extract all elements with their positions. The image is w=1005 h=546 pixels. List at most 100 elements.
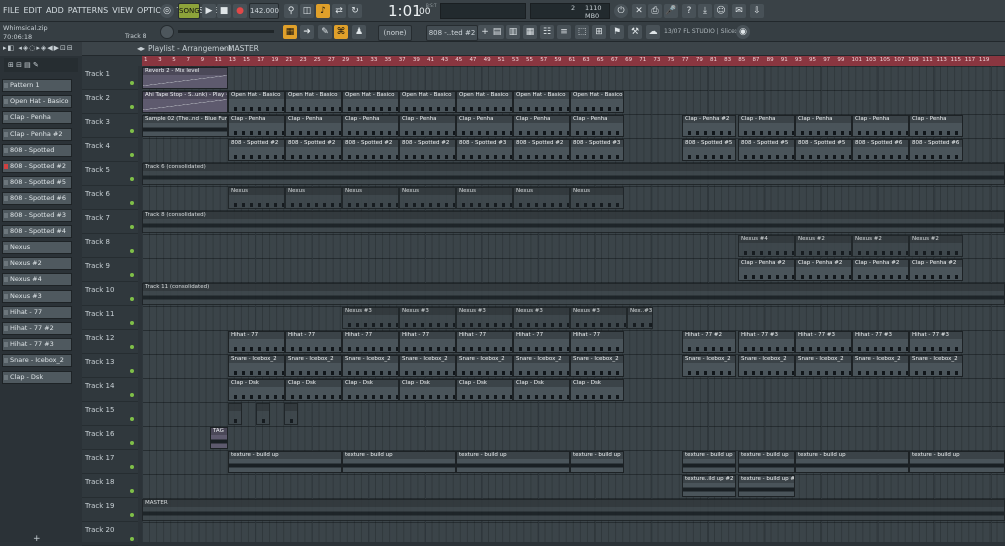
playlist-clip[interactable]: Snare - Icebox_2 bbox=[342, 355, 399, 377]
channel-button[interactable]: 808 - Spotted bbox=[2, 143, 72, 157]
channel-button[interactable]: Nexus #4 bbox=[2, 273, 72, 287]
playlist-clip[interactable]: 808 - Spotted #3 bbox=[570, 139, 624, 161]
cloud-icon[interactable]: ☁ bbox=[646, 25, 660, 39]
channel-button[interactable]: 808 - Spotted #4 bbox=[2, 224, 72, 238]
playlist-clip[interactable]: Nexus bbox=[513, 187, 570, 209]
track-enable-led-icon[interactable] bbox=[130, 297, 134, 301]
channel-button[interactable]: Nexus #2 bbox=[2, 257, 72, 271]
playlist-clip[interactable]: Clap - Penha #2 bbox=[682, 115, 736, 137]
track-header[interactable]: Track 20 bbox=[82, 522, 138, 546]
playlist-clip[interactable]: texture - build up bbox=[682, 451, 736, 473]
channel-button[interactable]: Hihat - 77 #2 bbox=[2, 322, 72, 335]
channel-rack-icon[interactable]: ▦ bbox=[523, 25, 537, 39]
track-enable-led-icon[interactable] bbox=[130, 489, 134, 493]
playlist-clip[interactable]: Snare - Icebox_2 bbox=[513, 355, 570, 377]
track-header[interactable]: Track 18 bbox=[82, 474, 138, 498]
playlist-clip[interactable] bbox=[284, 403, 298, 425]
channel-button[interactable]: Nexus bbox=[2, 241, 72, 254]
track-header[interactable]: Track 1 bbox=[82, 66, 138, 90]
playlist-clip[interactable]: texture..ild up #2 bbox=[682, 475, 736, 497]
track-enable-led-icon[interactable] bbox=[130, 345, 134, 349]
countdown-icon[interactable]: ♪ bbox=[316, 4, 330, 18]
menu-view[interactable]: VIEW bbox=[112, 6, 133, 15]
playlist-clip[interactable]: Clap - Penha #2 bbox=[795, 259, 852, 281]
playlist-clip[interactable]: Snare - Icebox_2 bbox=[456, 355, 513, 377]
track-enable-led-icon[interactable] bbox=[130, 513, 134, 517]
snap-select[interactable]: (none) bbox=[378, 25, 412, 41]
piano-roll-icon[interactable]: ▥ bbox=[506, 25, 520, 39]
playlist-clip[interactable]: Nexus #3 bbox=[570, 307, 627, 329]
playlist-clip[interactable]: Hihat - 77 #3 bbox=[738, 331, 795, 353]
track-header[interactable]: Track 15 bbox=[82, 402, 138, 426]
playlist-clip[interactable]: Hihat - 77 #3 bbox=[909, 331, 963, 353]
mixer-icon[interactable]: ✕ bbox=[632, 4, 646, 18]
panic-icon[interactable]: ⏻ bbox=[614, 4, 628, 18]
update-icon[interactable]: ⇩ bbox=[750, 4, 764, 18]
playlist-clip[interactable]: texture - build up bbox=[738, 451, 795, 473]
browser-filter-icons[interactable]: ⊞ ⊟ ▤ ✎ bbox=[4, 58, 78, 72]
playlist-clip[interactable]: texture - build up #2 bbox=[738, 475, 795, 497]
playlist-clip[interactable]: Hihat - 77 bbox=[285, 331, 342, 353]
browser-nav-icons[interactable]: ▸◧ ◂◈◌▸◈◀▶⊡⊟ bbox=[3, 44, 74, 52]
channel-button[interactable]: Hihat - 77 bbox=[2, 305, 72, 319]
track-enable-led-icon[interactable] bbox=[130, 393, 134, 397]
record-icon[interactable]: ● bbox=[233, 4, 247, 18]
playlist-clip[interactable]: Nex..#3 bbox=[627, 307, 653, 329]
playlist-clip[interactable]: Snare - Icebox_2 bbox=[682, 355, 736, 377]
track-header[interactable]: Track 12 bbox=[82, 330, 138, 354]
playlist-clip[interactable]: Open Hat - Basico bbox=[399, 91, 456, 113]
playlist-clip[interactable]: Clap - Penha bbox=[399, 115, 456, 137]
channel-button[interactable]: Open Hat - Basico bbox=[2, 95, 72, 109]
channel-button[interactable]: Pattern 1 bbox=[2, 79, 72, 92]
playlist-clip[interactable]: Ahi Tape Stop - S..unk) - Play #2 bbox=[142, 91, 228, 113]
track-enable-led-icon[interactable] bbox=[130, 537, 134, 541]
playlist-clip[interactable]: Nexus bbox=[228, 187, 285, 209]
playlist-clip[interactable]: Open Hat - Basico bbox=[456, 91, 513, 113]
channel-button[interactable]: Clap - Penha #2 bbox=[2, 127, 72, 141]
playlist-clip[interactable]: texture - build up bbox=[342, 451, 456, 473]
playlist-clip[interactable]: Snare - Icebox_2 bbox=[795, 355, 852, 377]
playlist-clip[interactable]: Clap - Dsk bbox=[342, 379, 399, 401]
track-enable-led-icon[interactable] bbox=[130, 465, 134, 469]
tempo-display[interactable]: 142.000 bbox=[249, 3, 279, 19]
menu-edit[interactable]: EDIT bbox=[23, 6, 41, 15]
playlist-clip[interactable]: texture - build up bbox=[909, 451, 1005, 473]
playlist-clip[interactable]: 808 - Spotted #3 bbox=[456, 139, 513, 161]
track-header[interactable]: Track 13 bbox=[82, 354, 138, 378]
menu-file[interactable]: FILE bbox=[3, 6, 19, 15]
master-volume-slider[interactable] bbox=[178, 30, 274, 33]
playlist-clip[interactable]: Clap - Dsk bbox=[513, 379, 570, 401]
playlist-clip[interactable]: Snare - Icebox_2 bbox=[285, 355, 342, 377]
playlist-clip[interactable]: 808 - Spotted #2 bbox=[228, 139, 285, 161]
channel-button[interactable]: Snare - Icebox_2 bbox=[2, 354, 72, 368]
playlist-clip[interactable]: Nexus bbox=[342, 187, 399, 209]
playlist-clip[interactable]: 808 - Spotted #5 bbox=[795, 139, 852, 161]
track-header[interactable]: Track 8 bbox=[82, 234, 138, 258]
track-enable-led-icon[interactable] bbox=[130, 273, 134, 277]
playlist-clip[interactable]: Hihat - 77 bbox=[342, 331, 399, 353]
playlist-clip[interactable]: Clap - Penha bbox=[795, 115, 852, 137]
track-enable-led-icon[interactable] bbox=[130, 177, 134, 181]
playlist-clip[interactable]: MASTER bbox=[142, 499, 1005, 521]
playlist-clip[interactable]: Clap - Penha bbox=[456, 115, 513, 137]
track-header[interactable]: Track 3 bbox=[82, 114, 138, 138]
playlist-clip[interactable]: Snare - Icebox_2 bbox=[570, 355, 624, 377]
playlist-clip[interactable]: Clap - Penha bbox=[228, 115, 285, 137]
channel-button[interactable]: 808 - Spotted #2 bbox=[2, 160, 72, 173]
playlist-clip[interactable]: Snare - Icebox_2 bbox=[852, 355, 909, 377]
playlist-clip[interactable]: Clap - Penha bbox=[852, 115, 909, 137]
playlist-clip[interactable]: Nexus #3 bbox=[513, 307, 570, 329]
microphone-icon[interactable]: 🎤 bbox=[664, 4, 678, 18]
stop-icon[interactable]: ■ bbox=[217, 4, 231, 18]
playlist-clip[interactable]: 808 - Spotted #2 bbox=[342, 139, 399, 161]
track-header[interactable]: Track 7 bbox=[82, 210, 138, 234]
track-enable-led-icon[interactable] bbox=[130, 441, 134, 445]
download-icon[interactable]: ⤓ bbox=[698, 4, 712, 18]
plugin-db-icon[interactable]: ⊞ bbox=[592, 25, 606, 39]
menu-add[interactable]: ADD bbox=[46, 6, 64, 15]
playlist-clip[interactable] bbox=[256, 403, 270, 425]
playlist-clip[interactable]: Nexus bbox=[399, 187, 456, 209]
playlist-clip[interactable]: Reverb 2 - Mix level bbox=[142, 67, 228, 89]
playlist-clip[interactable]: Nexus #3 bbox=[456, 307, 513, 329]
playlist-clip[interactable]: texture - build up bbox=[456, 451, 570, 473]
